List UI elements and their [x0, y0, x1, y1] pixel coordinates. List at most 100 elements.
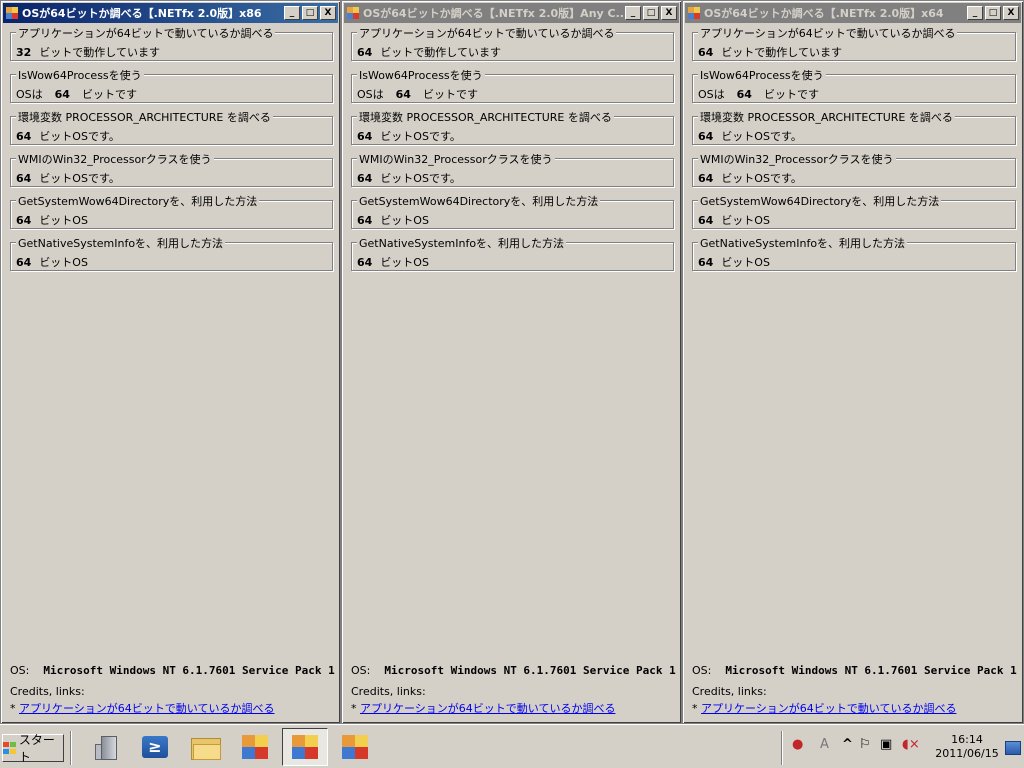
maximize-button[interactable]: □ [985, 6, 1001, 20]
maximize-button[interactable]: □ [302, 6, 318, 20]
taskbar-app-x64[interactable] [332, 728, 378, 766]
bit-number: 64 [16, 172, 32, 185]
show-desktop-icon[interactable] [1005, 741, 1021, 755]
credits-label: Credits, links: [351, 685, 426, 698]
bit-number: 32 [16, 46, 32, 59]
groupbox-iswow64process: IsWow64Processを使う OSは 64 ビットです [692, 67, 1016, 103]
group-label: 環境変数 PROCESSOR_ARCHITECTURE を調べる [698, 109, 955, 125]
bit-number: 64 [698, 214, 714, 227]
result-text: ビットで動作しています [721, 46, 842, 59]
group-value: 64 ビットOS [698, 212, 770, 228]
group-label: アプリケーションが64ビットで動いているか調べる [16, 25, 276, 41]
result-text: ビットOSです。 [39, 172, 120, 185]
app-window-x64[interactable]: OSが64ビットか調べる【.NETfx 2.0版】x64 _ □ X アプリケー… [682, 0, 1024, 724]
taskbar-separator [70, 731, 72, 765]
groupbox-wmi-win32-processor: WMIのWin32_Processorクラスを使う 64 ビットOSです。 [10, 151, 333, 187]
credits-link-row: * アプリケーションが64ビットで動いているか調べる [10, 700, 274, 716]
close-button[interactable]: X [661, 6, 677, 20]
groupbox-getnativesysteminfo: GetNativeSystemInfoを、利用した方法 64 ビットOS [692, 235, 1016, 271]
group-label: WMIのWin32_Processorクラスを使う [698, 151, 896, 167]
group-value: 64 ビットOSです。 [698, 170, 802, 186]
result-text: ビットOS [380, 256, 429, 269]
group-value: OSは 64 ビットです [16, 86, 137, 102]
bit-number: 64 [736, 88, 752, 101]
minimize-button[interactable]: _ [284, 6, 300, 20]
result-text: ビットです [81, 88, 137, 101]
os-label: OS: [351, 664, 371, 677]
groupbox-processor-architecture: 環境変数 PROCESSOR_ARCHITECTURE を調べる 64 ビットOS… [692, 109, 1016, 145]
title-bar[interactable]: OSが64ビットか調べる【.NETfx 2.0版】Any C... _ □ X [344, 3, 679, 23]
credits-link[interactable]: アプリケーションが64ビットで動いているか調べる [19, 702, 274, 715]
bit-number: 64 [357, 172, 373, 185]
credits-link[interactable]: アプリケーションが64ビットで動いているか調べる [360, 702, 615, 715]
app-icon[interactable] [347, 7, 359, 19]
group-label: GetSystemWow64Directoryを、利用した方法 [357, 193, 601, 209]
close-button[interactable]: X [320, 6, 336, 20]
result-text: ビットOS [721, 214, 770, 227]
maximize-button[interactable]: □ [643, 6, 659, 20]
link-bullet: * [10, 702, 16, 715]
result-text: ビットOS [39, 256, 88, 269]
bit-number: 64 [698, 172, 714, 185]
result-text: ビットOS [39, 214, 88, 227]
groupbox-processor-architecture: 環境変数 PROCESSOR_ARCHITECTURE を調べる 64 ビットOS… [10, 109, 333, 145]
app-window-anycpu[interactable]: OSが64ビットか調べる【.NETfx 2.0版】Any C... _ □ X … [341, 0, 682, 724]
close-button[interactable]: X [1003, 6, 1019, 20]
credits-link[interactable]: アプリケーションが64ビットで動いているか調べる [701, 702, 956, 715]
groupbox-app-bitness: アプリケーションが64ビットで動いているか調べる 64 ビットで動作しています [692, 25, 1016, 61]
taskbar-app-x86[interactable] [232, 728, 278, 766]
bit-number: 64 [16, 214, 32, 227]
group-value: 64 ビットOSです。 [16, 170, 120, 186]
bit-number: 64 [16, 256, 32, 269]
network-icon[interactable]: ▣ [880, 737, 892, 752]
ime-language-icon[interactable]: ● [792, 737, 803, 752]
window-title: OSが64ビットか調べる【.NETfx 2.0版】x86 [22, 7, 262, 20]
app-window-x86[interactable]: OSが64ビットか調べる【.NETfx 2.0版】x86 _ □ X アプリケー… [0, 0, 341, 724]
ime-mode-icon[interactable]: A [820, 737, 829, 752]
group-value: 64 ビットOS [16, 212, 88, 228]
bit-number: 64 [357, 256, 373, 269]
minimize-button[interactable]: _ [625, 6, 641, 20]
group-label: GetSystemWow64Directoryを、利用した方法 [698, 193, 942, 209]
volume-muted-icon[interactable]: ◖× [902, 737, 920, 752]
windows-logo-icon [3, 742, 16, 754]
clock[interactable]: 16:14 2011/06/15 [932, 733, 1002, 761]
start-button[interactable]: スタート [2, 733, 64, 764]
clock-date: 2011/06/15 [935, 747, 999, 760]
groupbox-getsystemwow64directory: GetSystemWow64Directoryを、利用した方法 64 ビットOS [692, 193, 1016, 229]
taskbar-powershell[interactable]: ≥ [132, 728, 178, 766]
groupbox-app-bitness: アプリケーションが64ビットで動いているか調べる 64 ビットで動作しています [351, 25, 674, 61]
window-title: OSが64ビットか調べる【.NETfx 2.0版】Any C... [363, 7, 623, 20]
bit-number: 64 [698, 256, 714, 269]
credits-link-row: * アプリケーションが64ビットで動いているか調べる [351, 700, 615, 716]
result-prefix: OSは [357, 88, 384, 101]
result-text: ビットで動作しています [39, 46, 160, 59]
tray-expand-icon[interactable]: ^ [842, 737, 853, 752]
result-text: ビットOS [721, 256, 770, 269]
link-bullet: * [692, 702, 698, 715]
app-icon[interactable] [688, 7, 700, 19]
title-bar[interactable]: OSが64ビットか調べる【.NETfx 2.0版】x64 _ □ X [685, 3, 1021, 23]
credits-label: Credits, links: [692, 685, 767, 698]
app-icon[interactable] [6, 7, 18, 19]
result-text: ビットOSです。 [721, 172, 802, 185]
os-info: OS: Microsoft Windows NT 6.1.7601 Service… [10, 664, 335, 677]
minimize-button[interactable]: _ [967, 6, 983, 20]
groupbox-app-bitness: アプリケーションが64ビットで動いているか調べる 32 ビットで動作しています [10, 25, 333, 61]
taskbar: スタート ≥ ● A ^ ⚐ ▣ ◖× 16:14 2011/06/15 [0, 724, 1024, 768]
taskbar-app-anycpu[interactable] [282, 728, 328, 766]
credits-link-row: * アプリケーションが64ビットで動いているか調べる [692, 700, 956, 716]
os-value: Microsoft Windows NT 6.1.7601 Service Pa… [725, 664, 1017, 677]
group-label: アプリケーションが64ビットで動いているか調べる [357, 25, 617, 41]
group-value: 64 ビットOSです。 [16, 128, 120, 144]
title-bar[interactable]: OSが64ビットか調べる【.NETfx 2.0版】x86 _ □ X [3, 3, 338, 23]
groupbox-getsystemwow64directory: GetSystemWow64Directoryを、利用した方法 64 ビットOS [10, 193, 333, 229]
result-text: ビットです [422, 88, 478, 101]
app-icon [292, 735, 318, 759]
taskbar-server-manager[interactable] [84, 728, 130, 766]
taskbar-explorer[interactable] [182, 728, 228, 766]
group-label: IsWow64Processを使う [16, 67, 144, 83]
group-value: OSは 64 ビットです [698, 86, 819, 102]
action-center-flag-icon[interactable]: ⚐ [859, 737, 871, 752]
group-value: OSは 64 ビットです [357, 86, 478, 102]
